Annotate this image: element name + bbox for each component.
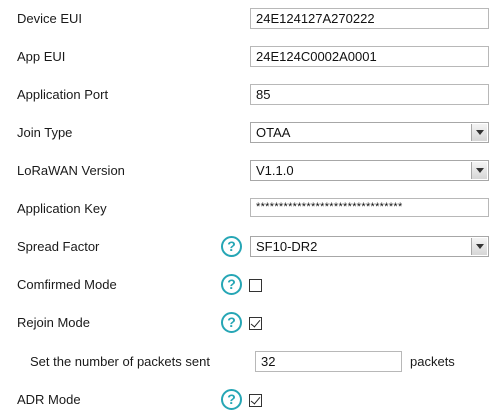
spread-factor-value: SF10-DR2	[256, 239, 318, 254]
packets-sent-row: Set the number of packets sent 32 packet…	[0, 343, 503, 381]
join-type-value: OTAA	[256, 125, 291, 140]
spread-factor-label: Spread Factor	[17, 239, 100, 254]
app-eui-field[interactable]: 24E124C0002A0001	[250, 46, 489, 67]
device-eui-row: Device EUI 24E124127A270222	[0, 0, 503, 38]
application-key-field[interactable]: ********************************	[250, 198, 489, 217]
confirmed-mode-label: Comfirmed Mode	[17, 277, 117, 292]
application-key-row: Application Key ************************…	[0, 190, 503, 228]
help-icon[interactable]: ?	[221, 312, 242, 333]
chevron-down-icon[interactable]	[471, 162, 487, 179]
join-type-row: Join Type OTAA	[0, 114, 503, 152]
device-eui-field[interactable]: 24E124127A270222	[250, 8, 489, 29]
confirmed-mode-row: Comfirmed Mode ?	[0, 266, 503, 304]
application-port-row: Application Port 85	[0, 76, 503, 114]
join-type-label: Join Type	[17, 125, 73, 140]
application-port-field[interactable]: 85	[250, 84, 489, 105]
rejoin-mode-checkbox[interactable]	[249, 317, 262, 330]
adr-mode-label: ADR Mode	[17, 392, 81, 407]
app-eui-row: App EUI 24E124C0002A0001	[0, 38, 503, 76]
adr-mode-checkbox[interactable]	[249, 394, 262, 407]
lorawan-version-label: LoRaWAN Version	[17, 163, 125, 178]
lorawan-version-row: LoRaWAN Version V1.1.0	[0, 152, 503, 190]
spread-factor-select[interactable]: SF10-DR2	[250, 236, 489, 257]
application-port-label: Application Port	[17, 87, 109, 102]
adr-mode-row: ADR Mode ?	[0, 381, 503, 419]
lorawan-settings-form: { "form": { "device_eui": {"label": "Dev…	[0, 0, 503, 419]
application-key-label: Application Key	[17, 201, 107, 216]
rejoin-mode-row: Rejoin Mode ?	[0, 304, 503, 342]
device-eui-label: Device EUI	[17, 11, 83, 26]
rejoin-mode-label: Rejoin Mode	[17, 315, 90, 330]
help-icon[interactable]: ?	[221, 274, 242, 295]
packets-sent-field[interactable]: 32	[255, 351, 402, 372]
packets-sent-label: Set the number of packets sent	[30, 354, 210, 369]
chevron-down-icon[interactable]	[471, 238, 487, 255]
spread-factor-row: Spread Factor ? SF10-DR2	[0, 228, 503, 266]
help-icon[interactable]: ?	[221, 236, 242, 257]
lorawan-version-value: V1.1.0	[256, 163, 294, 178]
app-eui-label: App EUI	[17, 49, 66, 64]
chevron-down-icon[interactable]	[471, 124, 487, 141]
confirmed-mode-checkbox[interactable]	[249, 279, 262, 292]
help-icon[interactable]: ?	[221, 389, 242, 410]
join-type-select[interactable]: OTAA	[250, 122, 489, 143]
packets-unit-label: packets	[410, 354, 455, 369]
lorawan-version-select[interactable]: V1.1.0	[250, 160, 489, 181]
